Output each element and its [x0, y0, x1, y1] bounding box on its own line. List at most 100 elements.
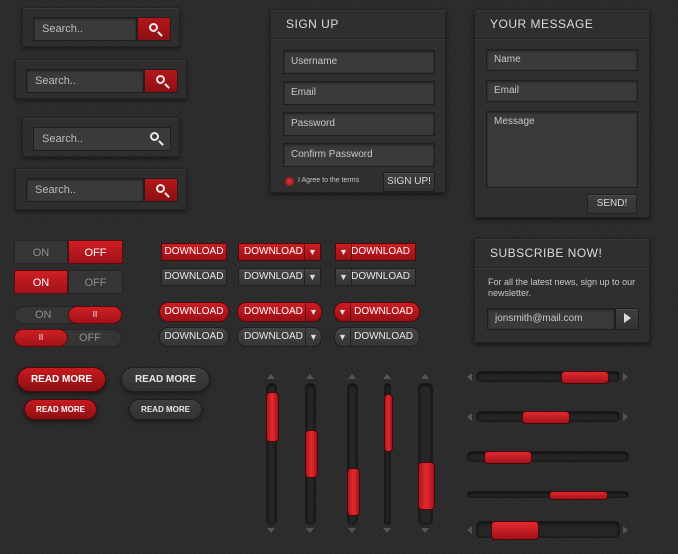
toggle-on[interactable]: ON — [14, 270, 68, 294]
download-button[interactable]: ▼ DOWNLOAD — [335, 268, 416, 286]
horizontal-slider[interactable] — [467, 451, 629, 464]
toggle-knob[interactable]: II — [14, 329, 68, 347]
search-button[interactable] — [144, 178, 178, 202]
divider — [475, 267, 649, 268]
slider-left-arrow-icon[interactable] — [467, 413, 472, 421]
slider-right-arrow-icon[interactable] — [623, 526, 628, 534]
download-pill-button[interactable]: DOWNLOAD — [159, 327, 229, 347]
vertical-slider[interactable] — [347, 383, 360, 525]
download-arrow-icon: ▼ — [304, 244, 320, 260]
read-more-button[interactable]: READ MORE — [17, 367, 106, 392]
signup-button[interactable]: SIGN UP! — [383, 172, 435, 192]
search-box-3: Search.. — [22, 117, 180, 157]
signup-panel: SIGN UP Username Email Password Confirm … — [270, 9, 446, 193]
download-button[interactable]: ▼ DOWNLOAD — [335, 243, 416, 261]
horizontal-slider-thumb[interactable] — [522, 411, 570, 424]
message-title: YOUR MESSAGE — [490, 17, 594, 31]
download-pill-button[interactable]: DOWNLOAD ▼ — [237, 302, 322, 322]
vertical-slider[interactable] — [418, 383, 435, 525]
slider-down-arrow-icon[interactable] — [267, 528, 275, 533]
toggle-off[interactable]: OFF — [68, 240, 123, 264]
search-button[interactable] — [144, 69, 178, 93]
slider-up-arrow-icon[interactable] — [348, 374, 356, 379]
toggle-knob[interactable]: II — [68, 306, 122, 324]
horizontal-slider[interactable] — [476, 521, 620, 540]
vertical-slider-thumb[interactable] — [347, 468, 360, 516]
vertical-slider-thumb[interactable] — [418, 462, 435, 510]
search-box-4: Search.. — [15, 168, 187, 210]
search-button[interactable] — [139, 127, 173, 151]
slider-down-arrow-icon[interactable] — [383, 528, 391, 533]
subscribe-button[interactable] — [615, 308, 639, 330]
download-button[interactable]: DOWNLOAD ▼ — [238, 268, 321, 286]
search-input[interactable]: Search.. — [33, 17, 137, 41]
download-arrow-icon: ▼ — [336, 269, 352, 285]
horizontal-slider[interactable] — [476, 411, 620, 424]
download-pill-button[interactable]: ▼ DOWNLOAD — [334, 327, 420, 347]
download-label: DOWNLOAD — [354, 331, 413, 342]
slider-up-arrow-icon[interactable] — [267, 374, 275, 379]
send-button[interactable]: SEND! — [587, 194, 637, 214]
slider-left-arrow-icon[interactable] — [467, 373, 472, 381]
vertical-slider[interactable] — [384, 383, 393, 525]
email-field[interactable]: Email — [486, 80, 638, 102]
search-input[interactable]: Search.. — [26, 178, 144, 202]
search-input[interactable]: Search.. — [26, 69, 144, 93]
toggle-on[interactable]: ON — [14, 240, 68, 264]
search-icon — [150, 132, 159, 141]
vertical-slider-thumb[interactable] — [266, 392, 279, 442]
slider-right-arrow-icon[interactable] — [623, 413, 628, 421]
read-more-button[interactable]: READ MORE — [24, 399, 97, 420]
divider — [271, 38, 445, 39]
download-pill-button[interactable]: DOWNLOAD ▼ — [237, 327, 322, 347]
download-arrow-icon: ▼ — [304, 269, 320, 285]
message-textarea[interactable]: Message — [486, 111, 638, 188]
email-field[interactable]: Email — [283, 81, 435, 105]
horizontal-slider-thumb[interactable] — [491, 521, 539, 540]
download-label: DOWNLOAD — [244, 306, 303, 317]
download-pill-button[interactable]: ▼ DOWNLOAD — [334, 302, 420, 322]
download-button[interactable]: DOWNLOAD — [161, 243, 227, 261]
slider-right-arrow-icon[interactable] — [623, 373, 628, 381]
slider-up-arrow-icon[interactable] — [383, 374, 391, 379]
vertical-slider[interactable] — [305, 383, 318, 525]
download-arrow-icon: ▼ — [335, 303, 351, 321]
play-arrow-icon — [623, 313, 631, 324]
slider-left-arrow-icon[interactable] — [467, 526, 472, 534]
agree-checkbox[interactable] — [285, 177, 294, 186]
download-arrow-icon: ▼ — [335, 328, 351, 346]
read-more-button[interactable]: READ MORE — [121, 367, 210, 392]
vertical-slider-thumb[interactable] — [384, 394, 393, 452]
download-pill-button[interactable]: DOWNLOAD — [159, 302, 229, 322]
slider-down-arrow-icon[interactable] — [306, 528, 314, 533]
download-button[interactable]: DOWNLOAD ▼ — [238, 243, 321, 261]
name-field[interactable]: Name — [486, 49, 638, 71]
slider-up-arrow-icon[interactable] — [421, 374, 429, 379]
vertical-slider[interactable] — [266, 383, 279, 525]
download-arrow-icon: ▼ — [336, 244, 352, 260]
slider-up-arrow-icon[interactable] — [306, 374, 314, 379]
download-label: DOWNLOAD — [351, 271, 410, 282]
confirm-password-field[interactable]: Confirm Password — [283, 143, 435, 167]
signup-title: SIGN UP — [286, 17, 339, 31]
vertical-slider-thumb[interactable] — [305, 430, 318, 478]
search-box-2: Search.. — [15, 59, 187, 99]
subscribe-email-field[interactable]: jonsmith@mail.com — [487, 308, 615, 330]
divider — [475, 38, 649, 39]
username-field[interactable]: Username — [283, 50, 435, 74]
horizontal-slider[interactable] — [467, 491, 629, 500]
toggle-off[interactable]: OFF — [68, 270, 123, 294]
read-more-button[interactable]: READ MORE — [129, 399, 202, 420]
search-button[interactable] — [137, 17, 171, 41]
horizontal-slider[interactable] — [476, 371, 620, 384]
password-field[interactable]: Password — [283, 112, 435, 136]
horizontal-slider-thumb[interactable] — [484, 451, 532, 464]
horizontal-slider-thumb[interactable] — [549, 491, 608, 500]
slider-down-arrow-icon[interactable] — [348, 528, 356, 533]
download-button[interactable]: DOWNLOAD — [161, 268, 227, 286]
download-arrow-icon: ▼ — [305, 303, 321, 321]
slider-down-arrow-icon[interactable] — [421, 528, 429, 533]
horizontal-slider-thumb[interactable] — [561, 371, 609, 384]
download-label: DOWNLOAD — [351, 246, 410, 257]
search-icon — [156, 184, 165, 193]
